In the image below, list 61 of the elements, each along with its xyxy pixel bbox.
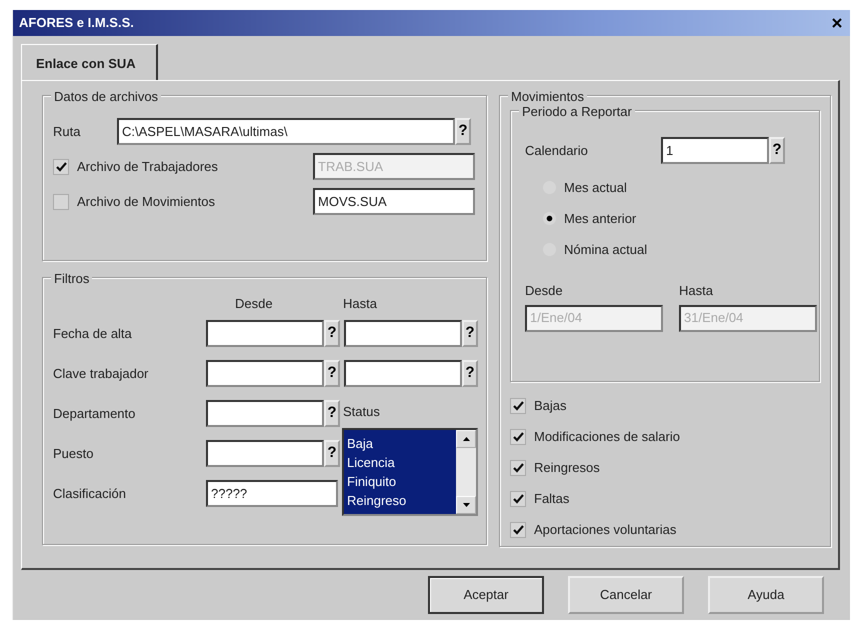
field-label: Desde bbox=[525, 282, 564, 300]
radio-label[interactable]: Mes actual bbox=[564, 178, 627, 198]
checkbox[interactable] bbox=[510, 490, 526, 506]
date-field: 31/Ene/04 bbox=[679, 304, 817, 332]
help-button[interactable]: ? bbox=[462, 360, 478, 387]
help-button[interactable]: ? bbox=[324, 400, 340, 427]
radio-button[interactable] bbox=[543, 212, 556, 225]
checkbox-label[interactable]: Bajas bbox=[534, 396, 567, 416]
input-field[interactable] bbox=[344, 360, 462, 387]
scroll-up-icon[interactable] bbox=[462, 436, 470, 440]
checkbox[interactable] bbox=[510, 428, 526, 444]
field-label: Puesto bbox=[53, 444, 94, 463]
window-title: AFORES e I.M.S.S. bbox=[19, 14, 134, 32]
input-field[interactable] bbox=[206, 360, 324, 387]
checkbox[interactable] bbox=[510, 460, 526, 476]
checkbox-label[interactable]: Faltas bbox=[534, 488, 570, 508]
dialog-button[interactable]: Cancelar bbox=[568, 576, 684, 614]
field-label: Departamento bbox=[53, 404, 136, 423]
column-header: Desde bbox=[234, 295, 274, 313]
scroll-down-icon[interactable] bbox=[462, 502, 470, 506]
input-field[interactable]: ????? bbox=[206, 480, 338, 507]
dialog-button[interactable]: Aceptar bbox=[428, 576, 544, 614]
checkbox-label[interactable]: Modificaciones de salario bbox=[534, 426, 680, 446]
column-header: Hasta bbox=[343, 295, 377, 313]
list-item[interactable]: Baja bbox=[344, 434, 456, 452]
field-label: Hasta bbox=[679, 282, 714, 300]
list-item[interactable]: Reingreso bbox=[344, 490, 456, 510]
radio-label[interactable]: Mes anterior bbox=[564, 208, 636, 228]
tab[interactable]: Enlace con SUA bbox=[21, 44, 158, 80]
field-label: Calendario bbox=[525, 142, 589, 160]
help-button[interactable]: ? bbox=[324, 360, 340, 387]
checkbox[interactable] bbox=[510, 398, 526, 414]
status-listbox[interactable]: Baja Licencia Finiquito Reingreso bbox=[342, 428, 478, 516]
list-item[interactable]: Licencia bbox=[344, 452, 456, 472]
radio-label[interactable]: Nómina actual bbox=[564, 240, 648, 260]
help-button[interactable]: ? bbox=[324, 440, 340, 467]
field-label: Clasificación bbox=[53, 484, 127, 503]
input-field[interactable] bbox=[344, 320, 462, 347]
date-field: 1/Ene/04 bbox=[525, 304, 663, 332]
help-button[interactable]: ? bbox=[324, 320, 340, 347]
checkbox-label[interactable]: Reingresos bbox=[534, 458, 600, 478]
list-item[interactable]: Finiquito bbox=[344, 472, 456, 490]
field-label: Fecha de alta bbox=[53, 324, 133, 343]
input-field[interactable] bbox=[206, 400, 324, 427]
file-field[interactable]: MOVS.SUA bbox=[313, 188, 475, 215]
close-icon[interactable] bbox=[832, 18, 842, 28]
path-field[interactable]: C:\ASPEL\MASARA\ultimas\ bbox=[117, 118, 455, 145]
help-button[interactable]: ? bbox=[462, 320, 478, 347]
dialog-button[interactable]: Ayuda bbox=[708, 576, 824, 614]
input-field[interactable]: 1 bbox=[661, 137, 769, 164]
checkbox-label[interactable]: Archivo de Movimientos bbox=[77, 192, 215, 212]
checkbox[interactable] bbox=[53, 194, 69, 210]
help-button[interactable]: ? bbox=[769, 137, 785, 164]
field-label: Clave trabajador bbox=[53, 364, 150, 383]
field-label: Ruta bbox=[53, 122, 82, 141]
input-field[interactable] bbox=[206, 320, 324, 347]
field-label: Status bbox=[343, 402, 380, 420]
checkbox-label[interactable]: Aportaciones voluntarias bbox=[534, 520, 676, 540]
input-field[interactable] bbox=[206, 440, 324, 467]
help-button[interactable]: ? bbox=[455, 118, 471, 145]
checkbox[interactable] bbox=[510, 522, 526, 538]
